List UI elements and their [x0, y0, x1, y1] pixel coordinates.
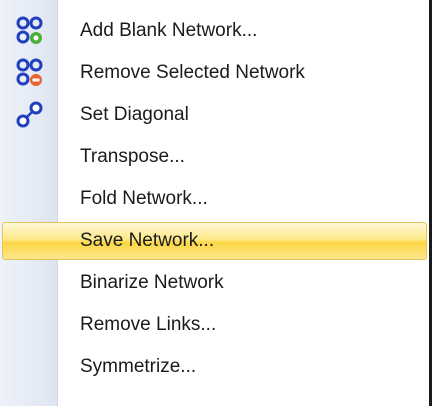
- menu-item-label: Remove Selected Network: [80, 62, 305, 83]
- menu-item-remove-links[interactable]: Remove Links...: [0, 304, 429, 346]
- menu-item-add-blank-network[interactable]: Add Blank Network...: [0, 10, 429, 52]
- menu-item-set-diagonal[interactable]: Set Diagonal: [0, 94, 429, 136]
- menu-item-highlight: [2, 222, 427, 260]
- context-menu: Add Blank Network... Remove Selected Net…: [0, 0, 432, 406]
- menu-item-label: Remove Links...: [80, 314, 217, 335]
- menu-item-fold-network[interactable]: Fold Network...: [0, 178, 429, 220]
- menu-item-label: Symmetrize...: [80, 356, 197, 377]
- menu-item-symmetrize[interactable]: Symmetrize...: [0, 346, 429, 388]
- set-diagonal-icon: [16, 101, 43, 128]
- menu-item-label: Transpose...: [80, 146, 185, 167]
- menu-item-label: Fold Network...: [80, 188, 208, 209]
- menu-item-label: Set Diagonal: [80, 104, 189, 125]
- menu-item-label: Binarize Network: [80, 272, 224, 293]
- remove-network-icon: [16, 58, 43, 86]
- menu-item-transpose[interactable]: Transpose...: [0, 136, 429, 178]
- add-network-icon: [16, 16, 43, 44]
- menu-item-save-network[interactable]: Save Network...: [0, 220, 429, 262]
- menu-item-label: Save Network...: [80, 230, 215, 251]
- menu-item-binarize-network[interactable]: Binarize Network: [0, 262, 429, 304]
- menu-item-remove-selected-network[interactable]: Remove Selected Network: [0, 52, 429, 94]
- menu-item-label: Add Blank Network...: [80, 20, 258, 41]
